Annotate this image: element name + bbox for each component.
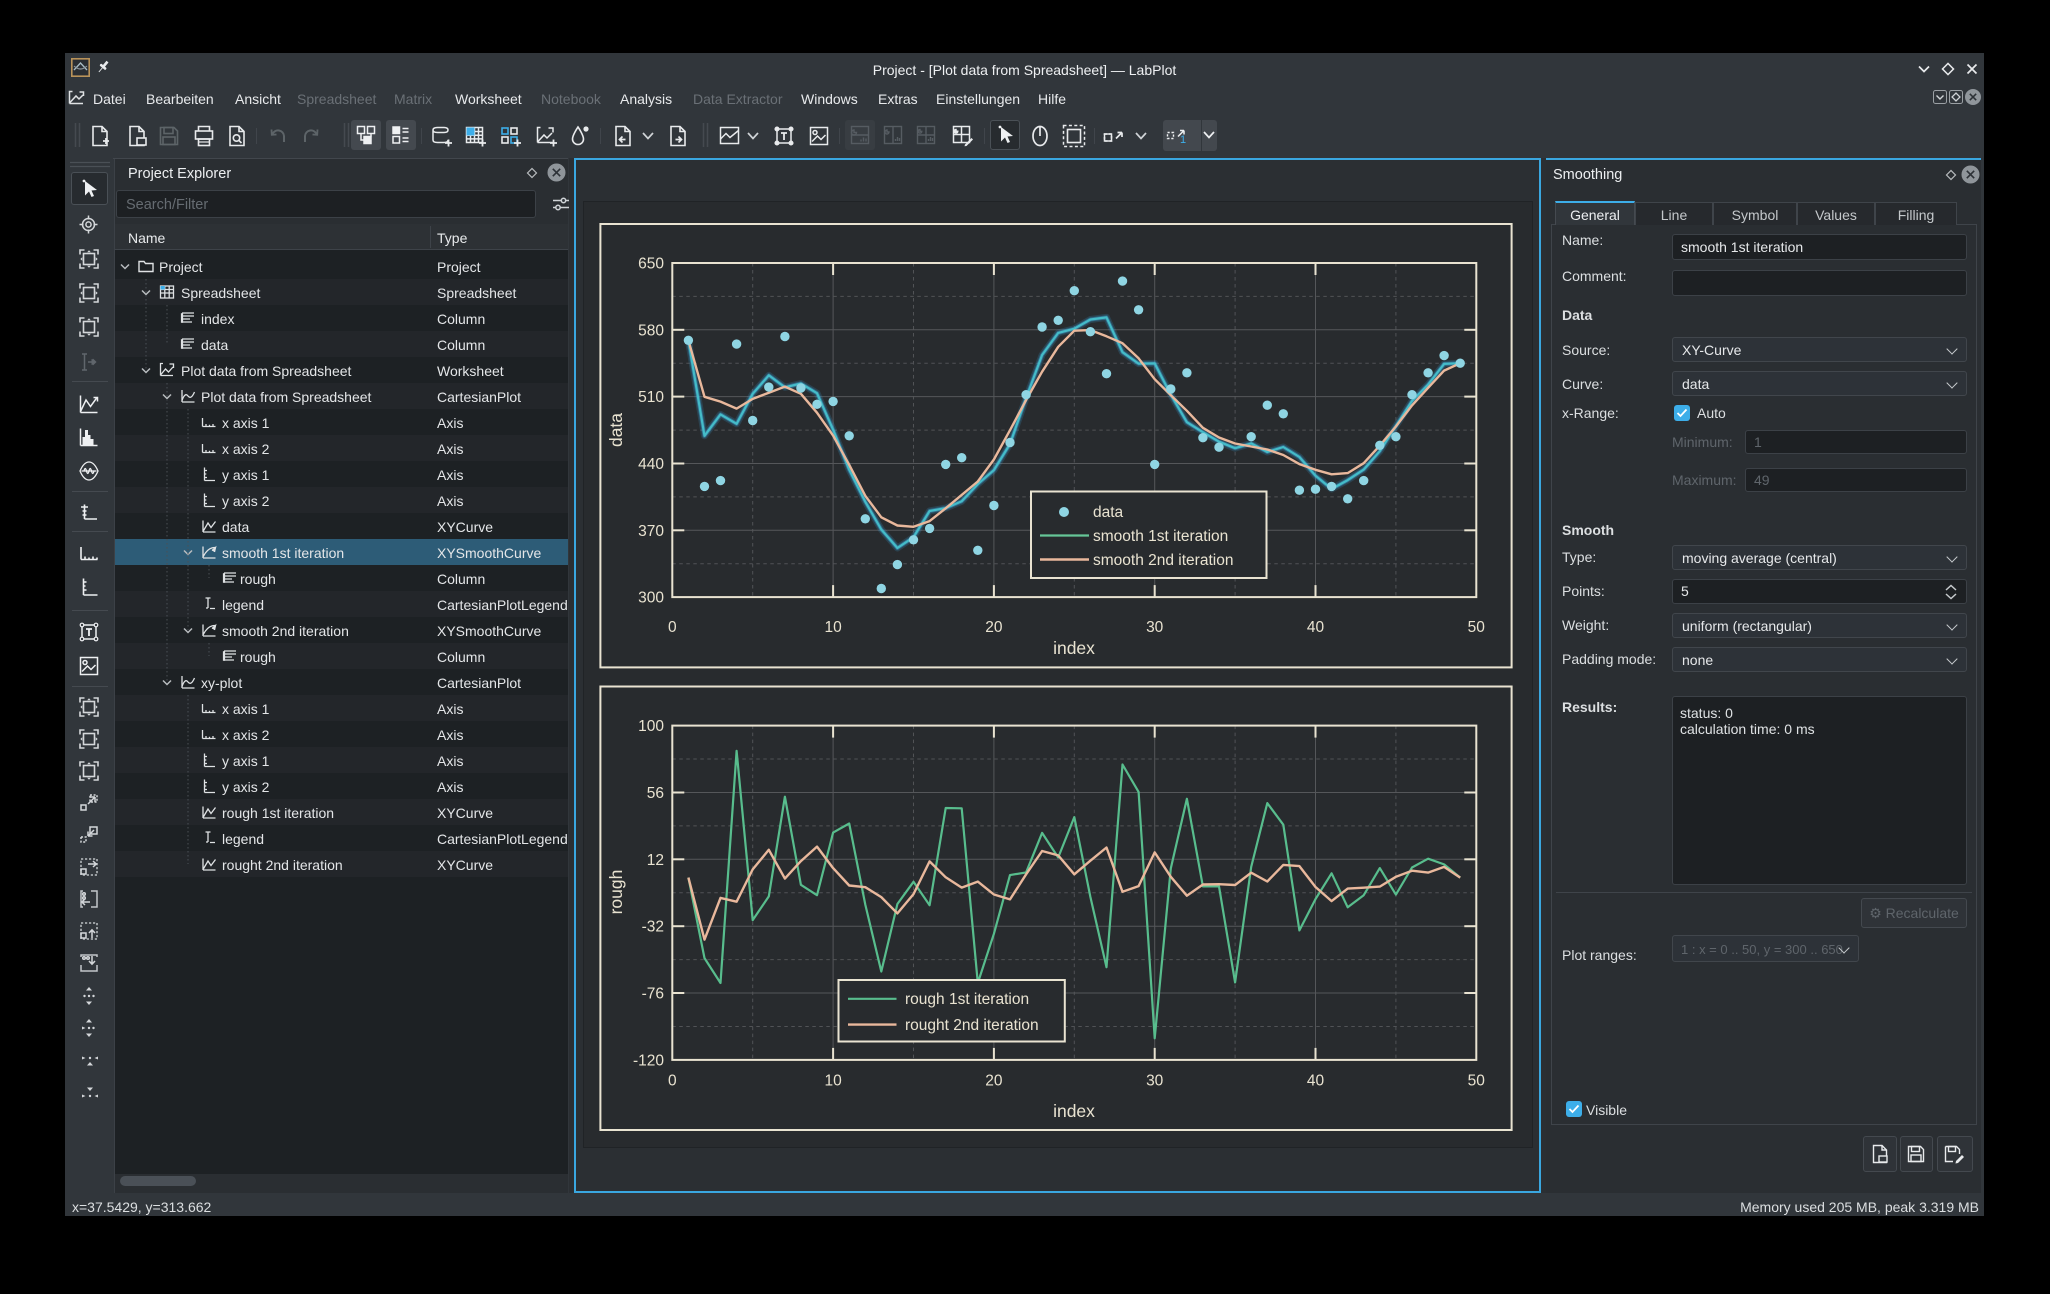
svg-text:index: index (1053, 638, 1095, 658)
svg-text:56: 56 (647, 785, 664, 802)
svg-text:20: 20 (985, 619, 1003, 636)
svg-text:20: 20 (985, 1073, 1003, 1090)
svg-text:50: 50 (1468, 619, 1486, 636)
svg-text:1: 1 (1180, 134, 1186, 146)
svg-text:smooth 2nd iteration: smooth 2nd iteration (1093, 552, 1233, 569)
svg-text:370: 370 (638, 523, 664, 540)
svg-text:rough: rough (606, 870, 626, 915)
svg-text:10: 10 (824, 1073, 842, 1090)
svg-text:0: 0 (668, 1073, 677, 1090)
svg-text:30: 30 (1146, 1073, 1164, 1090)
svg-text:-32: -32 (642, 919, 664, 936)
svg-text:-76: -76 (642, 986, 664, 1003)
svg-text:40: 40 (1307, 619, 1325, 636)
svg-text:100: 100 (638, 718, 664, 735)
svg-text:50: 50 (1468, 1073, 1486, 1090)
svg-text:440: 440 (638, 456, 664, 473)
svg-text:580: 580 (638, 322, 664, 339)
svg-text:rough 1st iteration: rough 1st iteration (905, 991, 1029, 1008)
svg-text:10: 10 (824, 619, 842, 636)
svg-text:40: 40 (1307, 1073, 1325, 1090)
svg-text:510: 510 (638, 389, 664, 406)
svg-text:smooth 1st iteration: smooth 1st iteration (1093, 528, 1228, 545)
svg-text:300: 300 (638, 590, 664, 607)
svg-text:data: data (1093, 504, 1124, 521)
svg-text:index: index (1053, 1101, 1095, 1121)
svg-text:30: 30 (1146, 619, 1164, 636)
svg-text:-120: -120 (633, 1052, 664, 1069)
svg-text:0: 0 (668, 619, 677, 636)
svg-text:rought 2nd iteration: rought 2nd iteration (905, 1017, 1039, 1034)
svg-text:650: 650 (638, 256, 664, 273)
svg-text:12: 12 (647, 852, 664, 869)
svg-text:data: data (606, 413, 626, 447)
